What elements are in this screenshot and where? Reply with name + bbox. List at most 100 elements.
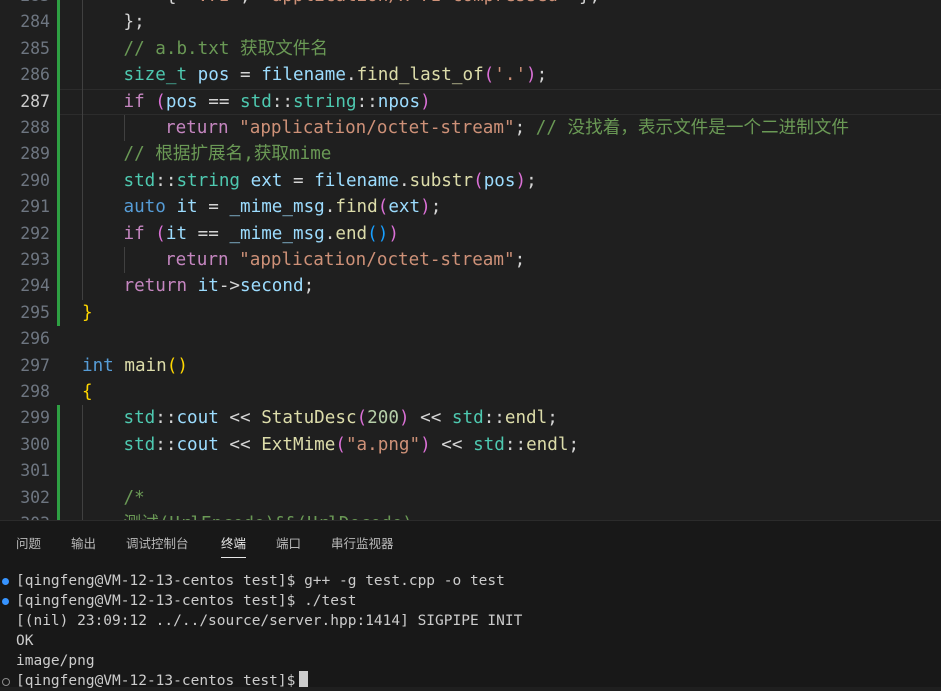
terminal-line: OK [16, 631, 33, 651]
code-token: :: [271, 91, 293, 112]
code-text: std::cout << ExtMime("a.png") << std::en… [124, 432, 580, 458]
code-text: std::cout << StatuDesc(200) << std::endl… [124, 405, 558, 431]
tab-terminal[interactable]: 终端 [221, 533, 247, 558]
code-token: pos [197, 65, 230, 86]
terminal-line-text: [qingfeng@VM-12-13-centos test]$ ./test [16, 593, 357, 609]
code-line[interactable]: 295} [0, 300, 941, 326]
code-token: _mime_msg [229, 223, 325, 244]
code-token: endl [504, 408, 548, 429]
code-token: ) [515, 170, 527, 191]
tab-serial-monitor[interactable]: 串行监视器 [331, 533, 394, 552]
code-line[interactable]: 283 { ".7z", "application/x-7z-compresse… [0, 0, 941, 9]
code-token: ; [303, 276, 315, 297]
code-token: , [240, 0, 261, 6]
code-token: "application/x-7z-compressed" [261, 0, 568, 6]
code-token: /* [123, 487, 145, 508]
line-number: 288 [20, 118, 50, 137]
code-token: filename [314, 170, 399, 191]
line-number: 301 [20, 461, 50, 481]
command-status-dot-icon[interactable] [2, 598, 9, 605]
code-text: { ".7z", "application/x-7z-compressed" }… [124, 0, 600, 9]
code-line[interactable]: 290 std::string ext = filename.substr(pos… [0, 168, 941, 194]
code-text: } [82, 300, 93, 326]
code-text: return "application/octet-stream"; [165, 247, 525, 273]
code-token: ( [377, 197, 389, 218]
code-line[interactable]: 285 // a.b.txt 获取文件名 [0, 36, 941, 62]
code-token: << [409, 408, 452, 429]
code-token: ) [526, 65, 537, 86]
command-status-dot-icon[interactable] [2, 578, 9, 585]
bottom-panel: 问题 输出 调试控制台 终端 端口 串行监视器 [qingfeng@VM-12-13-ce… [0, 520, 941, 689]
code-line[interactable]: 301 [0, 458, 941, 484]
command-status-dot-icon[interactable] [2, 678, 10, 686]
line-number: 295 [20, 302, 50, 322]
code-line[interactable]: 298 { [0, 379, 941, 405]
code-token: ) [388, 223, 399, 244]
code-token: ( [155, 91, 166, 112]
code-text: if (it == _mime_msg.end()) [124, 221, 399, 247]
code-token: auto [123, 197, 166, 218]
code-token: ext [388, 197, 421, 218]
tab-ports[interactable]: 端口 [276, 533, 301, 552]
tab-debug-console[interactable]: 调试控制台 [126, 533, 189, 552]
code-token: it [176, 197, 198, 218]
code-token: return [165, 118, 229, 138]
code-token: string [293, 91, 357, 112]
code-line[interactable]: 288 return "application/octet-stream"; //… [0, 115, 941, 141]
code-token: std [123, 170, 156, 191]
code-text: std::string ext = filename.substr(pos); [124, 168, 537, 194]
tab-problems[interactable]: 问题 [16, 533, 41, 552]
tab-output[interactable]: 输出 [71, 533, 96, 552]
code-token: ; [568, 434, 580, 455]
code-token: cout [176, 408, 219, 429]
code-token: "a.png" [345, 434, 421, 455]
code-line[interactable]: 300 std::cout << ExtMime("a.png") << std:… [0, 432, 941, 458]
code-token: ( [483, 65, 495, 86]
code-token: std [451, 408, 484, 429]
code-token: . [398, 170, 410, 191]
line-number: 286 [20, 65, 50, 85]
code-line[interactable]: 287 if (pos == std::string::npos) [0, 89, 941, 115]
code-token: it [197, 276, 219, 297]
code-token: ( [335, 434, 346, 455]
code-editor[interactable]: 283 { ".7z", "application/x-7z-compresse… [0, 0, 941, 520]
code-token: ; [547, 408, 558, 429]
code-token: string [176, 170, 241, 191]
code-token: std [123, 408, 156, 429]
code-line[interactable]: 294 return it->second; [0, 273, 941, 299]
line-number: 298 [20, 382, 50, 401]
code-line[interactable]: 299 std::cout << StatuDesc(200) << std::e… [0, 405, 941, 431]
code-text: // 根据扩展名,获取mime [124, 141, 332, 167]
code-token: npos [377, 91, 421, 112]
code-line[interactable]: 303 测试(UrlEncode)&&(UrlDecode) [0, 511, 941, 520]
code-line[interactable]: 289 // 根据扩展名,获取mime [0, 141, 941, 167]
terminal-line: [qingfeng@VM-12-13-centos test]$ g++ -g … [16, 571, 505, 591]
code-token: == [187, 223, 230, 244]
code-line[interactable]: 291 auto it = _mime_msg.find(ext); [0, 194, 941, 220]
code-token: find [335, 197, 378, 218]
code-token: // 根据扩展名,获取mime [123, 144, 332, 165]
code-line[interactable]: 297 int main() [0, 353, 941, 379]
terminal-line: [qingfeng@VM-12-13-centos test]$ ./test [16, 591, 356, 611]
terminal-line: [(nil) 23:09:12 ../../source/server.hpp:… [16, 611, 522, 631]
code-text: }; [124, 9, 145, 35]
line-number: 300 [20, 434, 50, 454]
line-number: 292 [20, 223, 50, 243]
code-token: << [218, 434, 262, 455]
code-token: { [82, 382, 93, 402]
code-line[interactable]: 286 size_t pos = filename.find_last_of('.… [0, 62, 941, 88]
code-line[interactable]: 302 /* [0, 485, 941, 511]
code-token: . [345, 65, 357, 86]
code-line[interactable]: 292 if (it == _mime_msg.end()) [0, 221, 941, 247]
code-line[interactable]: 296 [0, 326, 941, 352]
code-token: ExtMime [261, 434, 336, 455]
code-line[interactable]: 284}; [0, 9, 941, 35]
code-token: :: [504, 434, 527, 455]
code-line[interactable]: 293 return "application/octet-stream"; [0, 247, 941, 273]
code-token: } [82, 302, 93, 323]
